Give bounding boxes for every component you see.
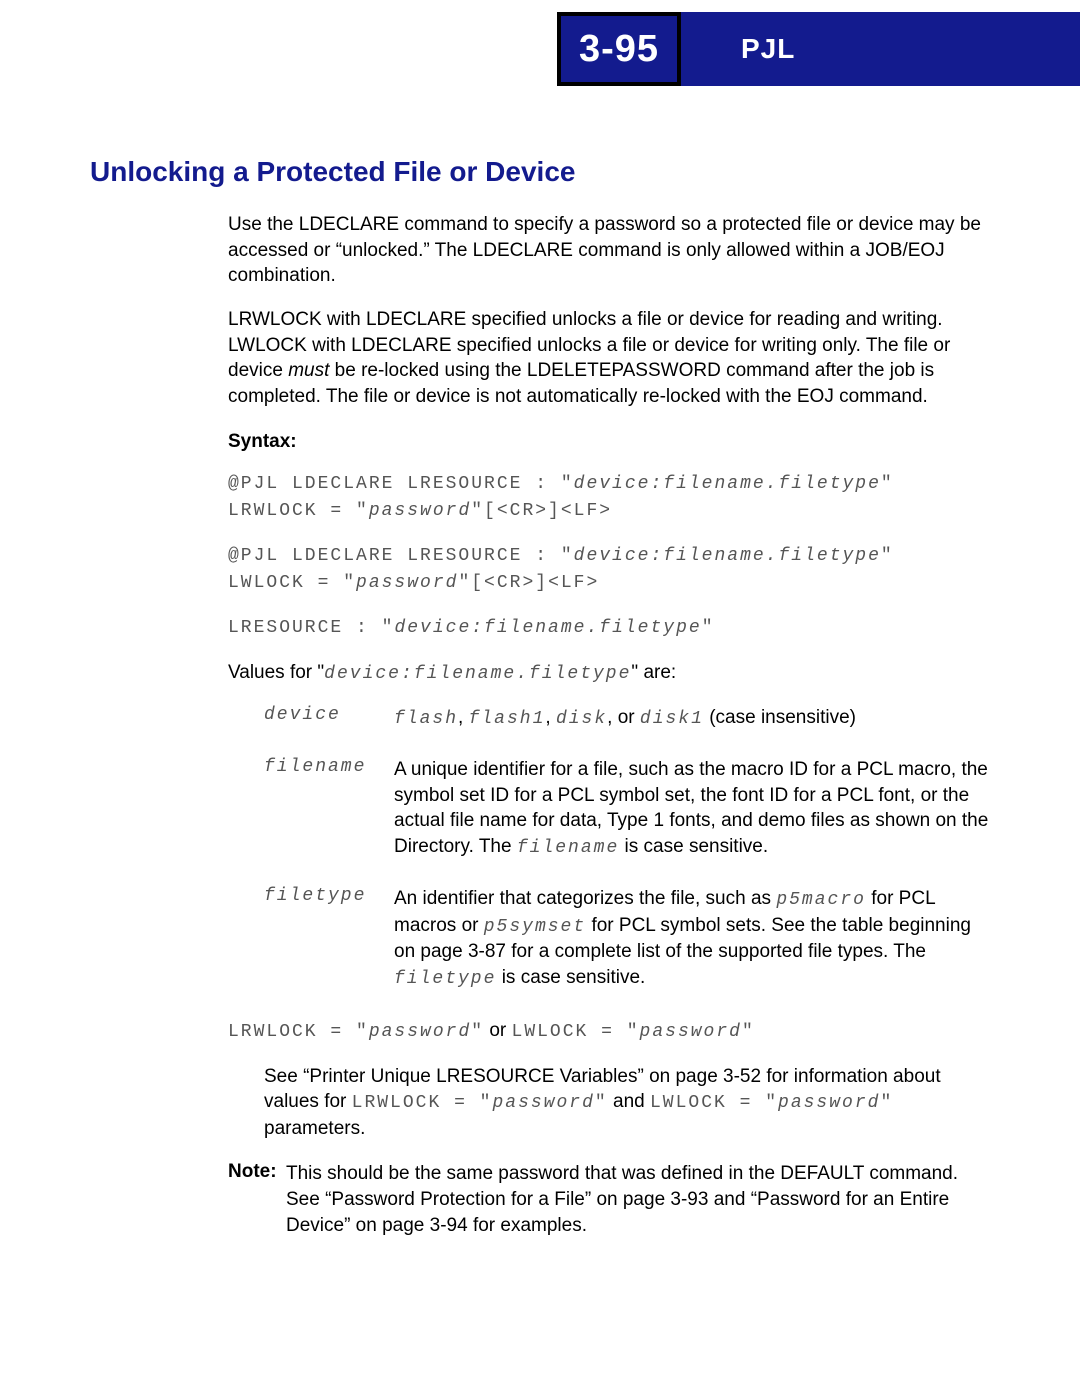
s1-l2b: password <box>369 501 471 521</box>
dev-v2: flash1 <box>469 709 546 729</box>
ll-c: " <box>471 1022 484 1042</box>
ll-e: password <box>640 1022 742 1042</box>
dl-term-device: device <box>264 705 394 731</box>
sp-tail: parameters. <box>264 1118 365 1139</box>
s1-l1a: @PJL LDECLARE LRESOURCE : " <box>228 474 574 494</box>
s3a: LRESOURCE : " <box>228 618 394 638</box>
lock-line: LRWLOCK = "password" or LWLOCK = "passwo… <box>228 1017 990 1046</box>
dev-tail: (case insensitive) <box>704 707 856 728</box>
sp-c1b: password <box>492 1093 594 1113</box>
note-label: Note: <box>228 1161 286 1238</box>
sp-c2c: " <box>880 1093 893 1113</box>
ft-c1: p5macro <box>776 890 866 910</box>
dev-or: , or <box>607 707 640 728</box>
dl-def-device: flash, flash1, disk, or disk1 (case inse… <box>394 705 990 731</box>
syntax-block-2: @PJL LDECLARE LRESOURCE : "device:filena… <box>228 543 990 597</box>
ll-a: LRWLOCK = " <box>228 1022 369 1042</box>
syntax-block-3: LRESOURCE : "device:filename.filetype" <box>228 615 990 642</box>
dl-row-filename: filename A unique identifier for a file,… <box>264 757 990 860</box>
dev-sep1: , <box>458 707 469 728</box>
s1-l1b: device:filename.filetype <box>574 474 881 494</box>
s2-l2b: password <box>356 573 458 593</box>
para2-b: be re-locked using the LDELETEPASSWORD c… <box>228 360 934 407</box>
dl-term-filename: filename <box>264 757 394 860</box>
sp-c2b: password <box>778 1093 880 1113</box>
fn-b: is case sensitive. <box>619 836 768 857</box>
vf-b: " are: <box>631 662 676 683</box>
dl-row-filetype: filetype An identifier that categorizes … <box>264 886 990 991</box>
sp-c1a: LRWLOCK = " <box>352 1093 493 1113</box>
dev-v3: disk <box>556 709 607 729</box>
header-spacer <box>0 12 557 86</box>
dl-term-filetype: filetype <box>264 886 394 991</box>
doc-code: PJL <box>741 33 795 65</box>
ll-d: LWLOCK = " <box>512 1022 640 1042</box>
definition-list: device flash, flash1, disk, or disk1 (ca… <box>264 705 990 991</box>
sp-c1c: " <box>595 1093 608 1113</box>
s3b: device:filename.filetype <box>394 618 701 638</box>
dl-row-device: device flash, flash1, disk, or disk1 (ca… <box>264 705 990 731</box>
s2-l2a: LWLOCK = " <box>228 573 356 593</box>
dl-def-filename: A unique identifier for a file, such as … <box>394 757 990 860</box>
paragraph-1: Use the LDECLARE command to specify a pa… <box>228 212 990 289</box>
page-content: Unlocking a Protected File or Device Use… <box>0 86 1080 1298</box>
s2-l1a: @PJL LDECLARE LRESOURCE : " <box>228 546 574 566</box>
s2-l1b: device:filename.filetype <box>574 546 881 566</box>
ft-c2: p5symset <box>484 917 586 937</box>
s3c: " <box>702 618 715 638</box>
sp-c2a: LWLOCK = " <box>650 1093 778 1113</box>
vf-code: device:filename.filetype <box>324 664 631 684</box>
s1-l2a: LRWLOCK = " <box>228 501 369 521</box>
syntax-label: Syntax: <box>228 431 990 453</box>
s2-l1c: " <box>881 546 894 566</box>
paragraph-2: LRWLOCK with LDECLARE specified unlocks … <box>228 307 990 410</box>
note-row: Note: This should be the same password t… <box>228 1161 990 1238</box>
body-block: Use the LDECLARE command to specify a pa… <box>228 212 990 1238</box>
syntax-block-1: @PJL LDECLARE LRESOURCE : "device:filena… <box>228 471 990 525</box>
para2-must: must <box>288 360 329 381</box>
page-number: 3-95 <box>579 28 659 71</box>
vf-a: Values for " <box>228 662 324 683</box>
dev-v4: disk1 <box>640 709 704 729</box>
note-body: This should be the same password that wa… <box>286 1161 990 1238</box>
s1-l1c: " <box>881 474 894 494</box>
see-paragraph: See “Printer Unique LRESOURCE Variables”… <box>264 1064 990 1142</box>
doc-code-bar: PJL <box>681 12 1080 86</box>
ll-or: or <box>484 1020 511 1041</box>
ft-c3: filetype <box>394 969 496 989</box>
ft-d: is case sensitive. <box>496 967 645 988</box>
dev-sep2: , <box>545 707 556 728</box>
s1-l2c: "[<CR>]<LF> <box>471 501 612 521</box>
fn-code: filename <box>517 838 619 858</box>
s2-l2c: "[<CR>]<LF> <box>458 573 599 593</box>
ll-f: " <box>742 1022 755 1042</box>
values-for-line: Values for "device:filename.filetype" ar… <box>228 660 990 686</box>
ll-b: password <box>369 1022 471 1042</box>
section-title: Unlocking a Protected File or Device <box>90 156 990 188</box>
sp-and: and <box>608 1091 650 1112</box>
page-number-box: 3-95 <box>557 12 681 86</box>
dev-v1: flash <box>394 709 458 729</box>
ft-a: An identifier that categorizes the file,… <box>394 888 776 909</box>
dl-def-filetype: An identifier that categorizes the file,… <box>394 886 990 991</box>
page-header: 3-95 PJL <box>0 12 1080 86</box>
